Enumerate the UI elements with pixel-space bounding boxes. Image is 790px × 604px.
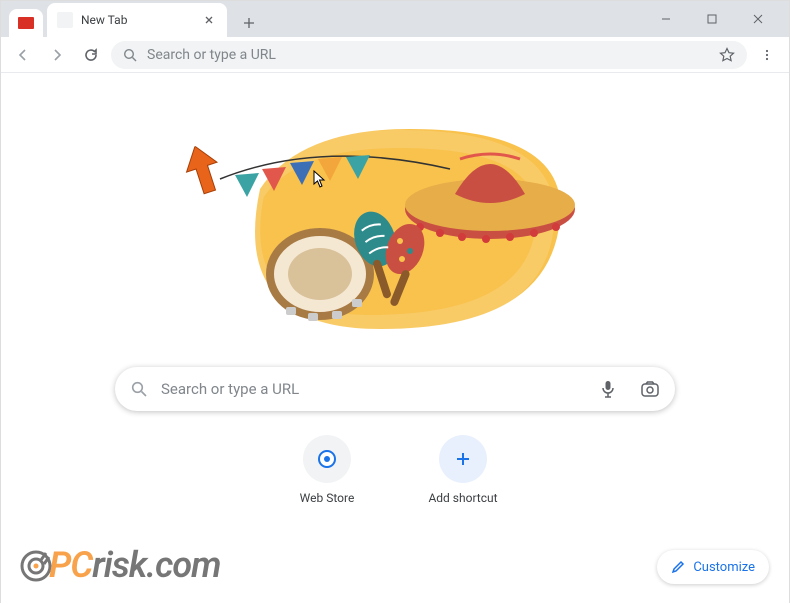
- bookmark-star-icon[interactable]: [719, 47, 735, 63]
- cursor-icon: [313, 170, 327, 188]
- omnibox[interactable]: Search or type a URL: [111, 41, 747, 69]
- toolbar: Search or type a URL: [1, 37, 789, 73]
- search-icon: [131, 381, 147, 397]
- new-tab-page: Search or type a URL Web Store Add short…: [1, 73, 789, 604]
- shortcut-label: Web Store: [300, 491, 355, 505]
- shortcut-label: Add shortcut: [428, 491, 497, 505]
- overflow-menu-icon[interactable]: [753, 41, 781, 69]
- search-box[interactable]: Search or type a URL: [115, 367, 675, 411]
- customize-button[interactable]: Customize: [657, 550, 769, 584]
- browser-tab[interactable]: New Tab: [47, 3, 227, 37]
- shortcut-web-store[interactable]: Web Store: [283, 435, 371, 505]
- close-icon[interactable]: [201, 12, 217, 28]
- hero-illustration: [200, 99, 590, 349]
- new-tab-button[interactable]: [235, 9, 263, 37]
- maximize-button[interactable]: [689, 3, 735, 35]
- voice-search-icon[interactable]: [601, 380, 615, 398]
- back-button[interactable]: [9, 41, 37, 69]
- plus-icon: [439, 435, 487, 483]
- minimize-button[interactable]: [643, 3, 689, 35]
- close-button[interactable]: [735, 3, 781, 35]
- tab-favicon: [57, 12, 73, 28]
- customize-label: Customize: [693, 560, 755, 575]
- lens-icon[interactable]: [641, 381, 659, 397]
- watermark: PCrisk.com: [19, 544, 220, 586]
- search-placeholder: Search or type a URL: [161, 380, 299, 398]
- tab-strip: New Tab: [1, 1, 789, 37]
- pencil-icon: [671, 560, 685, 574]
- shortcut-add[interactable]: Add shortcut: [419, 435, 507, 505]
- shortcuts-row: Web Store Add shortcut: [283, 435, 507, 505]
- extension-tab[interactable]: [9, 9, 43, 37]
- web-store-icon: [303, 435, 351, 483]
- forward-button[interactable]: [43, 41, 71, 69]
- search-icon: [123, 48, 137, 62]
- omnibox-placeholder: Search or type a URL: [147, 47, 276, 63]
- tab-title: New Tab: [81, 13, 127, 27]
- window-controls: [643, 1, 781, 37]
- reload-button[interactable]: [77, 41, 105, 69]
